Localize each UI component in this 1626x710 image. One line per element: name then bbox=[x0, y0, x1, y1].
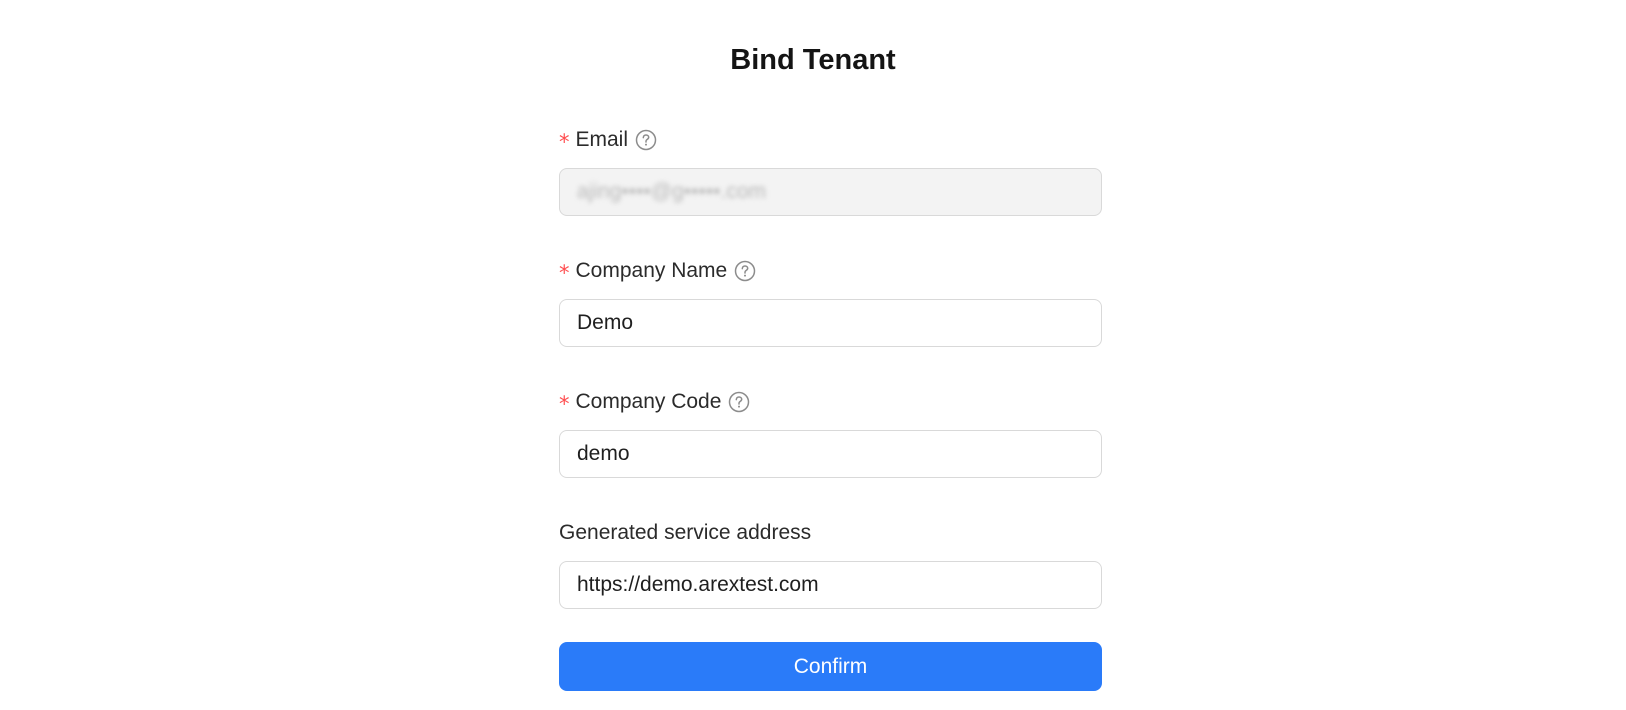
service-address-label: Generated service address bbox=[559, 521, 812, 544]
company-name-label-row: * Company Name bbox=[559, 251, 1102, 291]
required-marker: * bbox=[559, 260, 570, 285]
company-name-label: Company Name bbox=[575, 259, 728, 282]
company-name-input[interactable] bbox=[559, 299, 1102, 347]
company-code-label: Company Code bbox=[575, 390, 722, 413]
email-label: Email bbox=[575, 128, 629, 151]
service-address-label-row: Generated service address bbox=[559, 513, 1102, 553]
question-circle-icon[interactable] bbox=[635, 129, 657, 151]
required-marker: * bbox=[559, 129, 570, 154]
company-code-input[interactable] bbox=[559, 430, 1102, 478]
company-code-label-row: * Company Code bbox=[559, 382, 1102, 422]
required-marker: * bbox=[559, 391, 570, 416]
email-label-row: * Email bbox=[559, 120, 1102, 160]
bind-tenant-page: Bind Tenant * Email ajing••••@g•••••.com bbox=[0, 0, 1626, 710]
page-title: Bind Tenant bbox=[730, 44, 896, 76]
question-circle-icon[interactable] bbox=[734, 260, 756, 282]
email-value: ajing••••@g•••••.com bbox=[577, 180, 767, 203]
service-address-field-group: Generated service address bbox=[559, 513, 1102, 644]
email-field-group: * Email ajing••••@g•••••.com bbox=[559, 120, 1102, 251]
bind-tenant-form: * Email ajing••••@g•••••.com * Company N… bbox=[559, 120, 1102, 644]
service-address-input[interactable] bbox=[559, 561, 1102, 609]
company-name-field-group: * Company Name bbox=[559, 251, 1102, 382]
company-code-field-group: * Company Code bbox=[559, 382, 1102, 513]
question-circle-icon[interactable] bbox=[728, 391, 750, 413]
email-input[interactable]: ajing••••@g•••••.com bbox=[559, 168, 1102, 216]
confirm-button[interactable]: Confirm bbox=[559, 642, 1102, 691]
